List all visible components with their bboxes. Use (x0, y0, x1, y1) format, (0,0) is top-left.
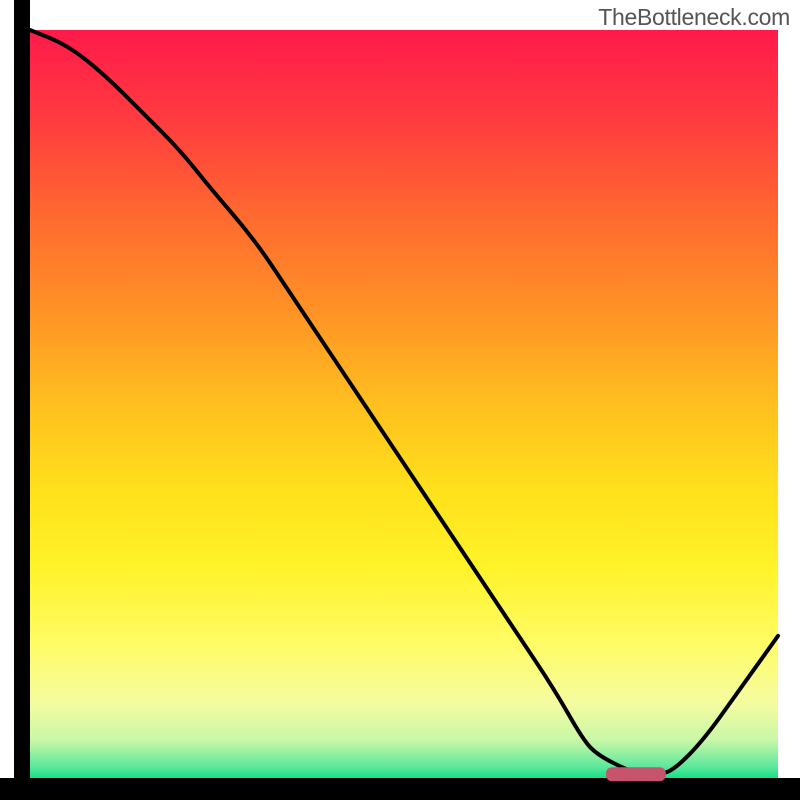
watermark-text: TheBottleneck.com (598, 4, 790, 31)
optimum-marker (606, 767, 666, 781)
plot-background (30, 30, 778, 778)
y-axis (14, 0, 30, 800)
x-axis (0, 778, 800, 800)
bottleneck-line-chart (0, 0, 800, 800)
chart-container: { "watermark": "TheBottleneck.com", "cha… (0, 0, 800, 800)
